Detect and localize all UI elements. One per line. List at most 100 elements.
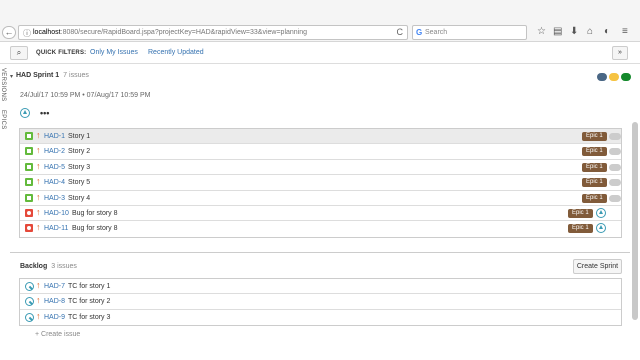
story-icon <box>25 178 33 187</box>
priority-high-icon: ↑ <box>36 191 41 202</box>
linked-issue-icon <box>596 223 606 234</box>
sprint-title: HAD Sprint 17 issues <box>16 72 89 79</box>
epic-badge: Epic 1 <box>568 208 593 218</box>
sprint-collapse-icon[interactable]: ▾ <box>10 73 13 80</box>
issue-row[interactable]: ↑ HAD-10 Bug for story 8 Epic 1 <box>20 206 621 222</box>
issue-summary: Bug for story 8 <box>72 225 118 233</box>
issue-key[interactable]: HAD-2 <box>44 148 65 155</box>
issue-row[interactable]: ↑ HAD-7 TC for story 1 <box>20 279 621 295</box>
menu-icon[interactable]: ≡ <box>622 26 628 38</box>
epic-badge: Epic 1 <box>568 224 593 234</box>
issue-summary: Story 1 <box>68 133 91 140</box>
browser-toolbar: ← ⓘ localhost:8080/secure/RapidBoard.jsp… <box>0 0 640 42</box>
priority-high-icon: ↑ <box>36 206 41 217</box>
scrollbar[interactable] <box>632 122 638 320</box>
issue-row[interactable]: ↑ HAD-4 Story 5 Epic 1 <box>20 175 621 191</box>
clipboard-icon[interactable]: ▤ <box>553 26 562 38</box>
status-todo-dot <box>597 73 607 81</box>
issue-summary: Story 2 <box>68 148 91 156</box>
test-case-icon <box>25 312 34 322</box>
tab-versions[interactable]: VERSIONS <box>0 68 6 101</box>
priority-high-icon: ↑ <box>36 310 41 321</box>
priority-high-icon: ↑ <box>36 176 41 187</box>
sprint-name: HAD Sprint 1 <box>16 72 60 79</box>
issue-row[interactable]: ↑ HAD-2 Story 2 Epic 1 <box>20 144 621 160</box>
issue-summary: Story 3 <box>68 163 91 171</box>
estimate-badge <box>609 148 621 156</box>
epic-badge: Epic 1 <box>582 162 607 172</box>
create-issue-link[interactable]: + Create issue <box>35 331 80 338</box>
collapse-button[interactable]: » <box>612 46 628 60</box>
issue-summary: Story 5 <box>68 179 91 187</box>
backlog-title: Backlog 3 issues <box>20 263 77 270</box>
priority-high-icon: ↑ <box>36 145 41 156</box>
sprint-more-icon[interactable]: ••• <box>40 108 49 118</box>
issue-row[interactable]: ↑ HAD-8 TC for story 2 <box>20 294 621 310</box>
home-icon[interactable]: ⌂ <box>587 26 593 38</box>
issue-row[interactable]: ↑ HAD-5 Story 3 Epic 1 <box>20 160 621 176</box>
back-button[interactable]: ← <box>2 26 16 39</box>
issue-row[interactable]: ↑ HAD-3 Story 4 Epic 1 <box>20 191 621 206</box>
filter-only-my-issues[interactable]: Only My Issues <box>90 49 138 56</box>
issue-key[interactable]: HAD-7 <box>44 283 65 290</box>
epic-badge: Epic 1 <box>582 193 607 203</box>
backlog-count: 3 issues <box>51 263 77 270</box>
issue-key[interactable]: HAD-1 <box>44 133 65 140</box>
status-inprogress-dot <box>609 73 619 81</box>
bug-icon <box>25 224 33 233</box>
priority-high-icon: ↑ <box>36 222 41 233</box>
reload-icon[interactable]: C <box>397 27 404 37</box>
sprint-actions: ••• <box>20 108 49 118</box>
priority-high-icon: ↑ <box>36 295 41 306</box>
story-icon <box>25 193 33 202</box>
search-icon: ⌕ <box>16 48 22 57</box>
section-divider <box>10 252 630 253</box>
issue-summary: Story 4 <box>68 194 91 202</box>
issue-key[interactable]: HAD-8 <box>44 298 65 305</box>
issue-summary: TC for story 3 <box>68 313 111 321</box>
issue-key[interactable]: HAD-3 <box>44 195 65 202</box>
tab-epics[interactable]: EPICS <box>0 110 6 130</box>
sprint-issue-list: ↑ HAD-1 Story 1 Epic 1 ↑ HAD-2 Story 2 Epic 1 ↑ H… <box>19 128 622 238</box>
issue-summary: Bug for story 8 <box>72 209 118 217</box>
priority-high-icon: ↑ <box>36 130 41 140</box>
search-placeholder: Search <box>425 29 448 36</box>
issue-key[interactable]: HAD-5 <box>44 164 65 171</box>
url-text: localhost:8080/secure/RapidBoard.jspa?pr… <box>33 29 307 36</box>
sprint-goal-icon[interactable] <box>20 108 30 118</box>
pocket-icon[interactable]: ◐ <box>604 26 610 38</box>
quick-filters-label: QUICK FILTERS: <box>36 50 87 56</box>
story-icon <box>25 132 33 140</box>
test-case-icon <box>25 297 34 307</box>
issue-key[interactable]: HAD-10 <box>44 210 69 217</box>
info-icon[interactable]: ⓘ <box>23 28 31 39</box>
epic-badge: Epic 1 <box>582 147 607 157</box>
priority-high-icon: ↑ <box>36 160 41 171</box>
backlog-name: Backlog <box>20 263 48 270</box>
browser-search-input[interactable]: G Search <box>412 25 527 40</box>
test-case-icon <box>25 282 34 291</box>
issue-key[interactable]: HAD-4 <box>44 179 65 186</box>
linked-issue-icon <box>596 207 606 218</box>
sprint-count: 7 issues <box>63 72 89 79</box>
issue-row[interactable]: ↑ HAD-9 TC for story 3 <box>20 310 621 325</box>
estimate-badge <box>609 179 621 187</box>
filter-recently-updated[interactable]: Recently Updated <box>148 49 204 56</box>
google-icon: G <box>416 28 423 37</box>
star-icon[interactable]: ☆ <box>537 26 546 38</box>
story-icon <box>25 147 33 156</box>
issue-summary: TC for story 1 <box>68 283 111 290</box>
url-path: :8080/secure/RapidBoard.jspa?projectKey=… <box>60 29 308 36</box>
issue-row[interactable]: ↑ HAD-1 Story 1 Epic 1 <box>20 129 621 145</box>
url-host: localhost <box>33 29 61 36</box>
issue-key[interactable]: HAD-11 <box>44 225 68 232</box>
create-sprint-button[interactable]: Create Sprint <box>573 259 622 274</box>
issue-key[interactable]: HAD-9 <box>44 314 65 321</box>
story-icon <box>25 162 33 171</box>
url-bar[interactable]: ⓘ localhost:8080/secure/RapidBoard.jspa?… <box>18 25 408 40</box>
search-button[interactable]: ⌕ <box>10 46 28 60</box>
status-done-dot <box>621 73 631 81</box>
issue-row[interactable]: ↑ HAD-11 Bug for story 8 Epic 1 <box>20 221 621 236</box>
download-icon[interactable]: ⬇ <box>570 26 578 38</box>
estimate-badge <box>609 133 621 140</box>
